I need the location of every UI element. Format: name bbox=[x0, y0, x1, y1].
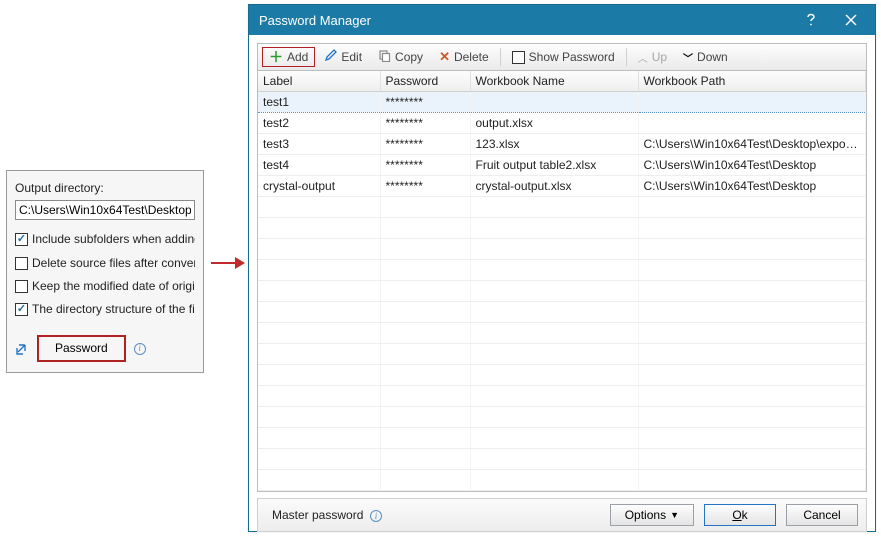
checkbox[interactable] bbox=[15, 303, 28, 316]
cell-path: C:\Users\Win10x64Test\Desktop bbox=[638, 155, 866, 176]
up-label: Up bbox=[652, 50, 667, 64]
callout-arrow-icon bbox=[211, 256, 245, 270]
cell-name: output.xlsx bbox=[470, 113, 638, 134]
toolbar: ＋ Add Edit Copy ✕ Delete bbox=[257, 43, 867, 71]
option-row[interactable]: Keep the modified date of origin bbox=[15, 277, 195, 296]
cell-password: ******** bbox=[380, 176, 470, 197]
col-label[interactable]: Label bbox=[258, 71, 380, 92]
delete-button[interactable]: ✕ Delete bbox=[432, 46, 496, 68]
plus-icon: ＋ bbox=[269, 50, 283, 64]
option-label: The directory structure of the file bbox=[32, 300, 195, 319]
cell-label: test2 bbox=[258, 113, 380, 134]
add-button[interactable]: ＋ Add bbox=[262, 47, 315, 67]
table-row[interactable]: test2********output.xlsx bbox=[258, 113, 866, 134]
col-workbook-name[interactable]: Workbook Name bbox=[470, 71, 638, 92]
cell-name: Fruit output table2.xlsx bbox=[470, 155, 638, 176]
table-row[interactable] bbox=[258, 449, 866, 470]
help-button[interactable] bbox=[791, 5, 831, 35]
table-row[interactable]: test4********Fruit output table2.xlsxC:\… bbox=[258, 155, 866, 176]
cell-path: C:\Users\Win10x64Test\Desktop\export... bbox=[638, 134, 866, 155]
table-row[interactable] bbox=[258, 218, 866, 239]
password-button[interactable]: Password bbox=[37, 335, 126, 362]
options-button[interactable]: Options ▼ bbox=[610, 504, 694, 526]
table-row[interactable] bbox=[258, 323, 866, 344]
col-password[interactable]: Password bbox=[380, 71, 470, 92]
info-icon: i bbox=[134, 343, 146, 355]
title-bar: Password Manager bbox=[249, 5, 875, 35]
ok-button[interactable]: Ok bbox=[704, 504, 776, 526]
cell-path bbox=[638, 92, 866, 113]
options-label: Options bbox=[625, 508, 666, 522]
output-dir-label: Output directory: bbox=[15, 179, 195, 198]
master-password-label: Master password bbox=[272, 508, 363, 522]
option-row[interactable]: The directory structure of the file bbox=[15, 300, 195, 319]
show-password-label: Show Password bbox=[529, 50, 615, 64]
cancel-button[interactable]: Cancel bbox=[786, 504, 858, 526]
password-manager-dialog: Password Manager ＋ Add Edit bbox=[248, 4, 876, 532]
edit-button[interactable]: Edit bbox=[317, 46, 369, 68]
option-label: Keep the modified date of origin bbox=[32, 277, 195, 296]
password-table[interactable]: Label Password Workbook Name Workbook Pa… bbox=[257, 71, 867, 492]
table-row[interactable] bbox=[258, 260, 866, 281]
table-row[interactable] bbox=[258, 302, 866, 323]
table-row[interactable] bbox=[258, 344, 866, 365]
table-row[interactable]: test1******** bbox=[258, 92, 866, 113]
dialog-footer: Master password i Options ▼ Ok Cancel bbox=[257, 498, 867, 532]
cell-label: test3 bbox=[258, 134, 380, 155]
table-row[interactable] bbox=[258, 428, 866, 449]
cell-name: 123.xlsx bbox=[470, 134, 638, 155]
cell-name bbox=[470, 92, 638, 113]
checkbox[interactable] bbox=[15, 233, 28, 246]
chevron-down-icon: ▼ bbox=[670, 510, 679, 520]
info-icon: i bbox=[370, 510, 382, 522]
cell-label: test1 bbox=[258, 92, 380, 113]
copy-label: Copy bbox=[395, 50, 423, 64]
table-row[interactable] bbox=[258, 386, 866, 407]
copy-button[interactable]: Copy bbox=[371, 46, 430, 68]
close-button[interactable] bbox=[831, 5, 871, 35]
checkbox[interactable] bbox=[15, 257, 28, 270]
caret-up-icon: ︿ bbox=[638, 50, 648, 65]
table-row[interactable]: crystal-output********crystal-output.xls… bbox=[258, 176, 866, 197]
external-link-icon bbox=[15, 342, 29, 356]
cell-label: crystal-output bbox=[258, 176, 380, 197]
option-label: Delete source files after conversi bbox=[32, 254, 195, 273]
table-row[interactable] bbox=[258, 239, 866, 260]
delete-label: Delete bbox=[454, 50, 489, 64]
dialog-title: Password Manager bbox=[259, 13, 371, 28]
cell-path: C:\Users\Win10x64Test\Desktop bbox=[638, 176, 866, 197]
edit-label: Edit bbox=[341, 50, 362, 64]
col-workbook-path[interactable]: Workbook Path bbox=[638, 71, 866, 92]
table-row[interactable] bbox=[258, 197, 866, 218]
table-row[interactable] bbox=[258, 407, 866, 428]
cell-label: test4 bbox=[258, 155, 380, 176]
table-row[interactable]: test3********123.xlsxC:\Users\Win10x64Te… bbox=[258, 134, 866, 155]
cell-password: ******** bbox=[380, 134, 470, 155]
show-password-checkbox[interactable] bbox=[512, 51, 525, 64]
show-password-toggle[interactable]: Show Password bbox=[505, 47, 622, 67]
cell-password: ******** bbox=[380, 113, 470, 134]
caret-down-icon: ﹀ bbox=[683, 50, 693, 65]
down-button[interactable]: ﹀ Down bbox=[676, 47, 735, 68]
output-dir-input[interactable] bbox=[15, 200, 195, 220]
x-icon: ✕ bbox=[439, 49, 450, 65]
option-label: Include subfolders when adding bbox=[32, 230, 195, 249]
output-settings-panel: Output directory: Include subfolders whe… bbox=[6, 170, 204, 373]
cell-password: ******** bbox=[380, 92, 470, 113]
table-row[interactable] bbox=[258, 365, 866, 386]
pencil-icon bbox=[324, 49, 337, 65]
option-row[interactable]: Delete source files after conversi bbox=[15, 254, 195, 273]
checkbox[interactable] bbox=[15, 280, 28, 293]
master-password-button[interactable]: Master password i bbox=[266, 506, 388, 525]
up-button[interactable]: ︿ Up bbox=[631, 47, 674, 68]
cell-path bbox=[638, 113, 866, 134]
table-row[interactable] bbox=[258, 470, 866, 491]
copy-icon bbox=[378, 49, 391, 65]
cell-password: ******** bbox=[380, 155, 470, 176]
table-row[interactable] bbox=[258, 281, 866, 302]
option-row[interactable]: Include subfolders when adding bbox=[15, 230, 195, 249]
down-label: Down bbox=[697, 50, 728, 64]
add-label: Add bbox=[287, 50, 308, 64]
cell-name: crystal-output.xlsx bbox=[470, 176, 638, 197]
